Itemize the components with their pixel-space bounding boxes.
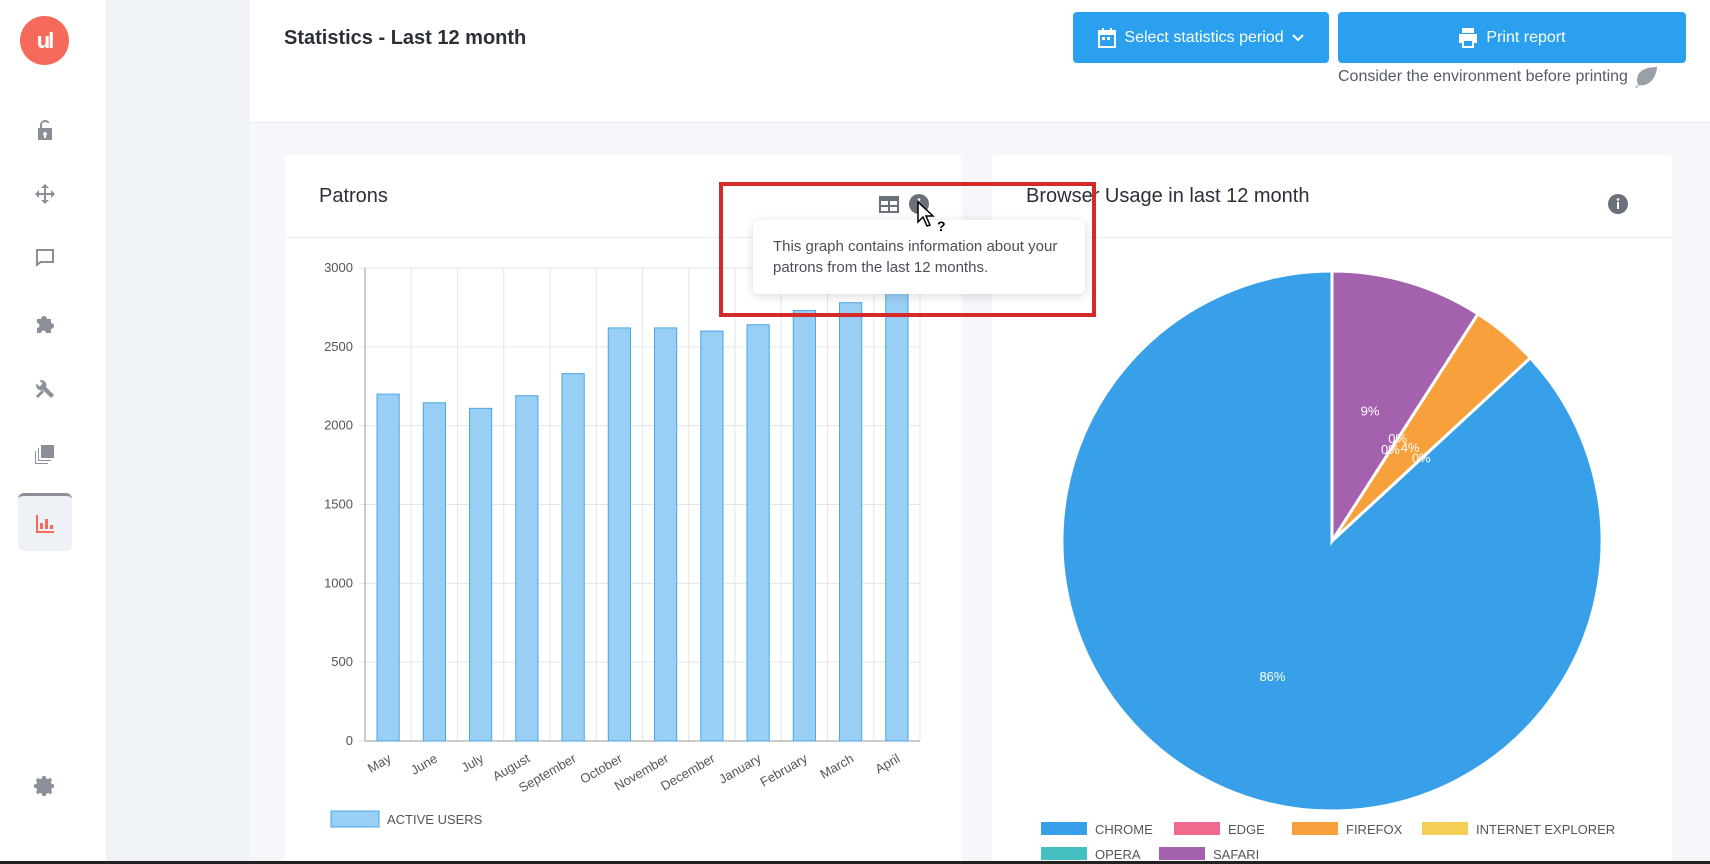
x-tick-label: April (872, 751, 902, 777)
bar-chart-icon (36, 514, 54, 533)
pie-slice-label: 0% (1381, 442, 1400, 457)
y-tick-label: 1000 (324, 575, 353, 590)
page-title: Statistics - Last 12 month (284, 27, 527, 49)
legend-swatch (330, 810, 380, 828)
y-tick-label: 2000 (324, 418, 353, 433)
x-tick-label: June (408, 751, 440, 778)
environment-note: Consider the environment before printing (1338, 66, 1658, 88)
x-tick-label: July (459, 750, 487, 775)
lock-open-icon (38, 119, 52, 140)
y-tick-label: 2500 (324, 339, 353, 354)
bar[interactable] (561, 373, 585, 742)
bar[interactable] (422, 402, 446, 742)
page-header: Statistics - Last 12 month Select statis… (250, 0, 1710, 123)
legend-swatch (1041, 847, 1087, 860)
move-arrows-icon (35, 184, 55, 204)
sidebar: ul (0, 0, 106, 864)
bar[interactable] (746, 324, 770, 742)
x-tick-label: March (817, 751, 856, 782)
legend-swatch (1422, 822, 1468, 835)
svg-text:?: ? (937, 218, 946, 234)
tools-icon (36, 380, 54, 398)
sidebar-item-access[interactable] (18, 103, 72, 157)
legend-label[interactable]: SAFARI (1213, 847, 1259, 862)
sidebar-item-messages[interactable] (18, 231, 72, 285)
browser-info-button[interactable] (1606, 192, 1630, 216)
highlight-box (719, 182, 1096, 317)
bar[interactable] (839, 302, 863, 742)
help-cursor-icon: ? (917, 200, 946, 234)
environment-note-text: Consider the environment before printing (1338, 68, 1628, 85)
sidebar-item-move[interactable] (18, 167, 72, 221)
x-tick-label: February (757, 750, 810, 789)
y-tick-label: 0 (346, 733, 353, 748)
leaf-icon (1634, 67, 1657, 88)
puzzle-icon (37, 316, 54, 333)
app-root: ul Statistics - Last 12 month Select sta… (0, 0, 1710, 864)
sidebar-item-tools[interactable] (18, 362, 72, 416)
legend-label[interactable]: OPERA (1095, 847, 1141, 862)
bar[interactable] (469, 407, 493, 742)
chevron-down-icon (1291, 33, 1304, 41)
info-icon (1608, 194, 1628, 214)
legend-swatch (1159, 847, 1205, 860)
bar[interactable] (515, 395, 539, 742)
legend-swatch (1292, 822, 1338, 835)
sidebar-item-settings[interactable] (18, 759, 72, 813)
calendar-icon (1098, 27, 1117, 48)
gear-icon (34, 776, 54, 797)
logo[interactable]: ul (20, 16, 69, 65)
legend-label[interactable]: CHROME (1095, 822, 1153, 837)
sidebar-item-plugins[interactable] (18, 296, 72, 350)
legend-label[interactable]: EDGE (1228, 822, 1265, 837)
print-report-button[interactable]: Print report (1338, 12, 1686, 63)
y-tick-label: 1500 (324, 497, 353, 512)
main-content: Statistics - Last 12 month Select statis… (250, 0, 1710, 864)
y-tick-label: 3000 (324, 260, 353, 275)
bar[interactable] (792, 310, 816, 742)
bar[interactable] (607, 327, 631, 742)
sidebar-gutter (106, 0, 250, 864)
browser-pie-chart: 86%0%4%0%0%9%CHROME EDGE FIREFOX INTERNET E… (1041, 269, 1615, 862)
patrons-title: Patrons (319, 185, 388, 207)
select-period-label: Select statistics period (1124, 28, 1284, 46)
patrons-bar-chart: 050010001500200025003000May June July Augus… (324, 260, 921, 828)
layers-icon (35, 445, 54, 464)
pie-slice-label: 86% (1259, 669, 1285, 684)
legend-label[interactable]: ACTIVE USERS (387, 812, 483, 827)
x-tick-label: May (365, 750, 394, 776)
legend-label[interactable]: FIREFOX (1346, 822, 1403, 837)
bar[interactable] (885, 280, 909, 742)
bar[interactable] (700, 330, 724, 742)
printer-icon (1459, 27, 1478, 48)
bar[interactable] (376, 393, 400, 742)
chat-bubble-icon (36, 249, 54, 267)
print-report-label: Print report (1486, 28, 1566, 46)
sidebar-item-statistics[interactable] (18, 493, 72, 551)
sidebar-item-layers[interactable] (18, 427, 72, 481)
select-period-button[interactable]: Select statistics period (1073, 12, 1329, 63)
legend-swatch (1041, 822, 1087, 835)
x-tick-label: January (716, 750, 764, 786)
pie-slice-label: 9% (1361, 403, 1380, 418)
legend-label[interactable]: INTERNET EXPLORER (1476, 822, 1615, 837)
y-tick-label: 500 (331, 654, 353, 669)
legend-swatch (1174, 822, 1220, 835)
bar[interactable] (654, 327, 678, 742)
